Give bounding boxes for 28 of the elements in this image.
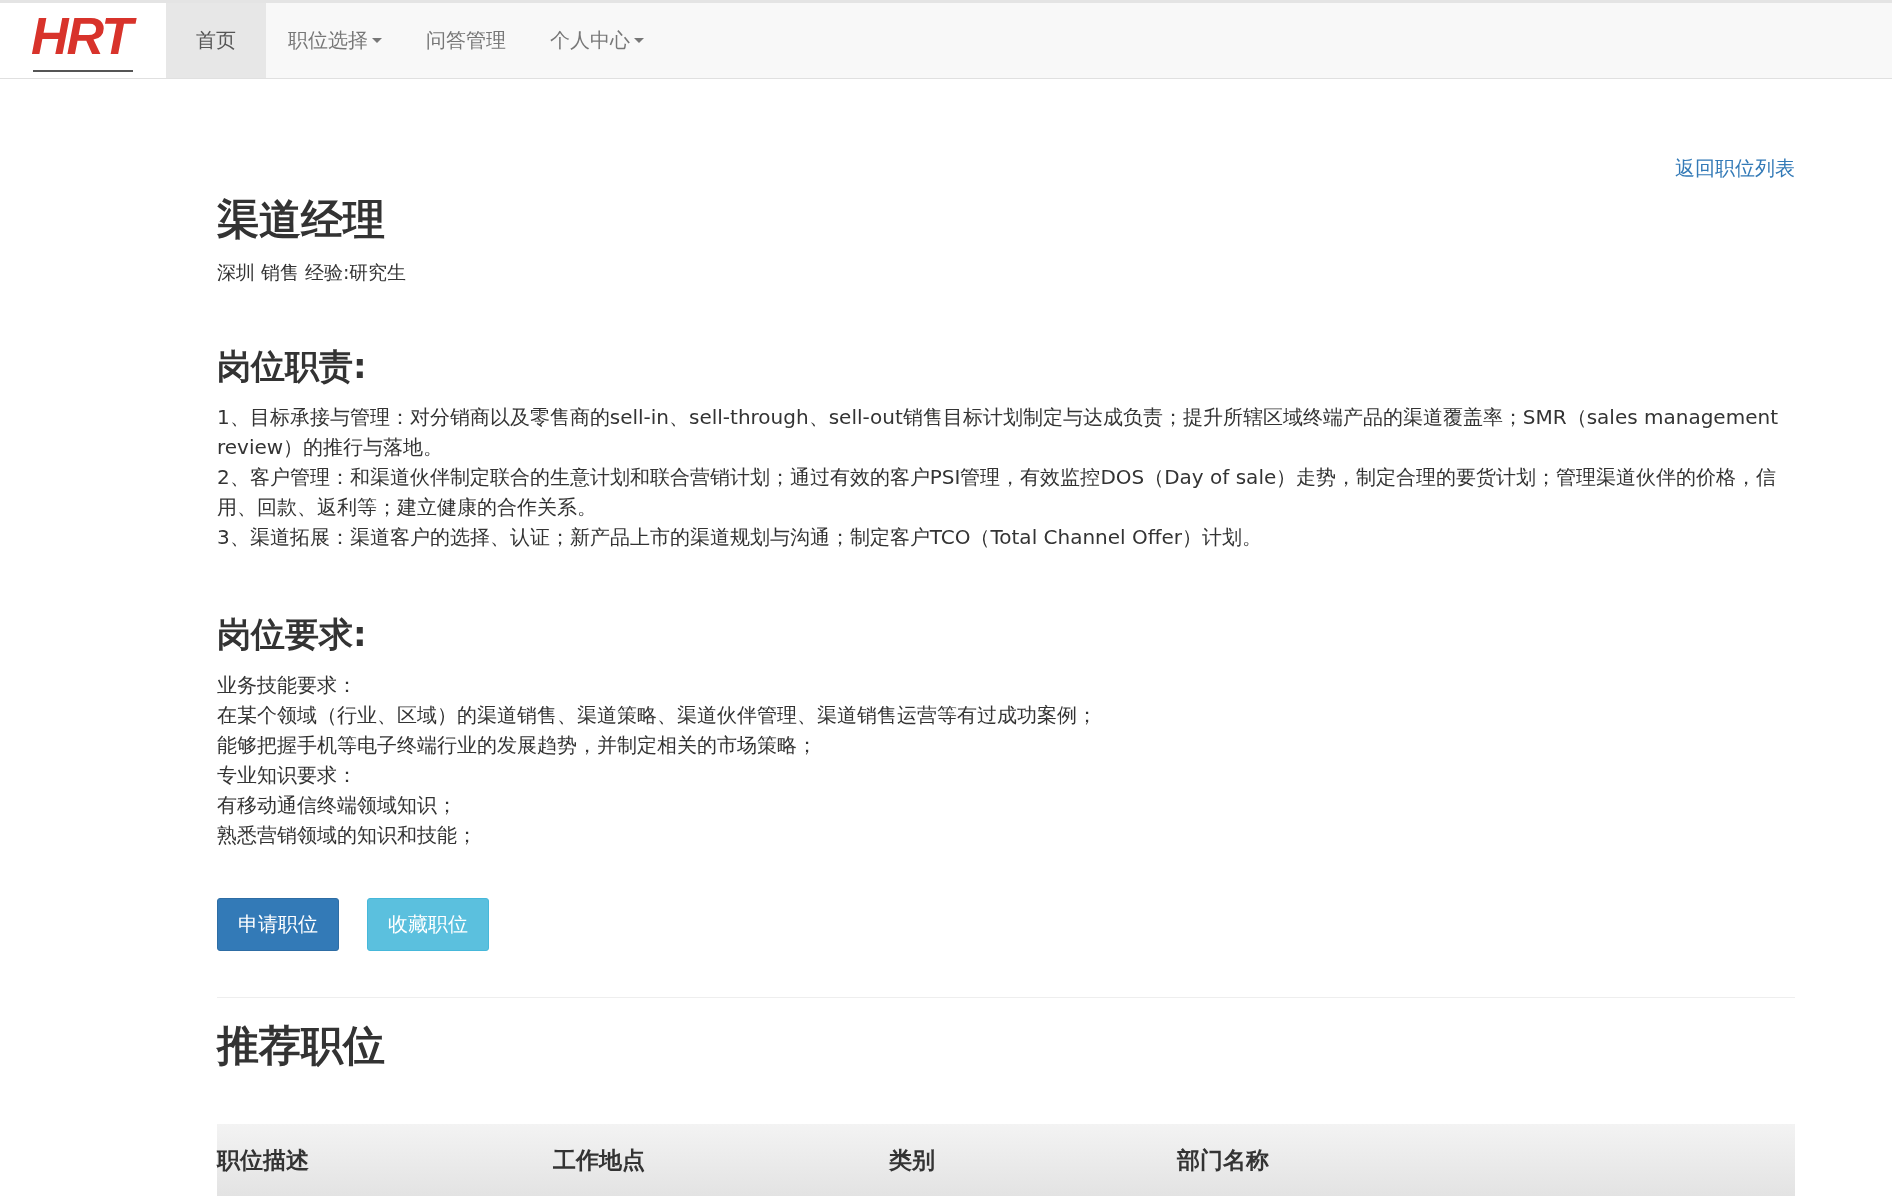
column-header: 类别 [889, 1145, 936, 1175]
caret-icon [634, 38, 644, 43]
section-heading: 岗位职责: [217, 345, 368, 388]
text-line: 1、目标承接与管理：对分销商以及零售商的sell-in、sell-through、sell-out销售目标计划制定与达成负责；提升所辖区域终端产品的渠道覆盖率；SMR（sales management review）的推行与落地。 [217, 404, 1779, 461]
section-title: 推荐职位 [217, 1020, 386, 1072]
nav-item[interactable]: 个人中心 [528, 3, 666, 78]
back-link[interactable]: 返回职位列表 [1675, 155, 1795, 182]
column-header: 职位描述 [217, 1145, 310, 1175]
column-header: 工作地点 [553, 1145, 646, 1175]
text-line: 业务技能要求： [217, 672, 358, 699]
nav-item[interactable]: 首页 [166, 3, 266, 78]
text-line: 2、客户管理：和渠道伙伴制定联合的生意计划和联合营销计划；通过有效的客户PSI管理，有效监控DOS（Day of sale）走势，制定合理的要货计划；管理渠道伙伴的价格，信用、回款、返利等；建立健康的合作关系。 [217, 464, 1778, 521]
job-title: 渠道经理 [217, 194, 386, 246]
text-line: 有移动通信终端领域知识； [217, 792, 458, 819]
section-heading: 岗位要求: [217, 613, 368, 656]
text-line: 能够把握手机等电子终端行业的发展趋势，并制定相关的市场策略； [217, 732, 818, 759]
nav-item[interactable]: 问答管理 [404, 3, 528, 78]
text-line: 熟悉营销领域的知识和技能； [217, 822, 478, 849]
logo-text: HRT [27, 9, 139, 66]
column-header: 部门名称 [1177, 1145, 1270, 1175]
text-line: 3、渠道拓展：渠道客户的选择、认证；新产品上市的渠道规划与沟通；制定客户TCO（Total Channel Offer）计划。 [217, 524, 1264, 551]
apply-button[interactable]: 申请职位 [217, 898, 339, 951]
nav-item[interactable]: 职位选择 [266, 3, 404, 78]
text-line: 在某个领域（行业、区域）的渠道销售、渠道策略、渠道伙伴管理、渠道销售运营等有过成功案例； [217, 702, 1098, 729]
logo[interactable]: HRT [0, 3, 166, 78]
job-meta: 深圳 销售 经验:研究生 [217, 260, 408, 285]
caret-icon [372, 38, 382, 43]
text-line: 专业知识要求： [217, 762, 358, 789]
